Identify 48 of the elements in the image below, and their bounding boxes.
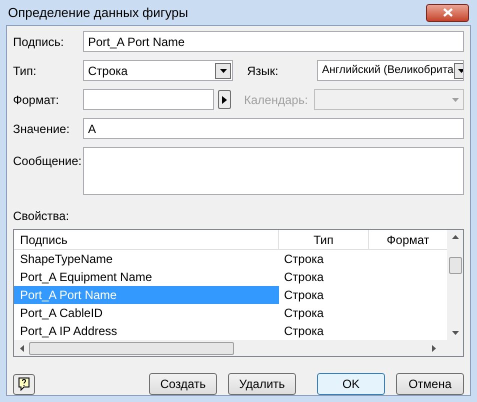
vertical-scrollbar[interactable] <box>447 230 463 340</box>
field-label: Тип: <box>13 62 38 80</box>
dialog-button[interactable]: OK <box>317 373 385 395</box>
column-header[interactable]: Подпись <box>14 230 279 249</box>
field-label: Календарь: <box>244 92 309 108</box>
help-icon <box>18 377 30 391</box>
property-name[interactable]: Port_A Equipment Name <box>14 268 279 286</box>
table-cell-text: Строка <box>283 323 324 340</box>
field-label: Формат: <box>13 92 60 108</box>
table-cell-text: Строка <box>283 251 324 268</box>
table-cell-text: Строка <box>283 305 324 322</box>
scroll-right-icon <box>432 344 436 352</box>
property-name[interactable]: ShapeTypeName <box>14 250 279 268</box>
column-header[interactable]: Тип <box>279 230 369 249</box>
column-header[interactable]: Формат <box>369 230 447 249</box>
value-field[interactable]: A <box>83 118 464 139</box>
scroll-left-icon <box>20 344 24 352</box>
format-picker-button[interactable] <box>218 90 231 109</box>
property-name[interactable]: Port_A CableID <box>14 304 279 322</box>
scroll-up-icon <box>452 235 458 239</box>
caption-field[interactable]: Port_A Port Name <box>83 31 464 52</box>
scroll-thumb[interactable] <box>448 256 462 274</box>
type-dropdown[interactable]: Строка <box>83 60 233 81</box>
field-label: Язык: <box>247 62 280 80</box>
property-name[interactable]: Port_A IP Address <box>14 322 279 340</box>
field-label: Сообщение: <box>13 153 83 170</box>
table-cell-text: Строка <box>283 269 324 286</box>
dialog-button[interactable]: Удалить <box>228 373 296 395</box>
help-button[interactable] <box>13 374 35 394</box>
dropdown-arrow-icon <box>452 98 459 102</box>
dialog-button[interactable]: Создать <box>149 373 217 395</box>
horizontal-scrollbar[interactable] <box>14 340 463 356</box>
play-arrow-icon <box>222 96 227 104</box>
close-button[interactable] <box>426 4 469 22</box>
format-field[interactable] <box>83 89 214 110</box>
close-icon <box>442 8 452 17</box>
message-field[interactable] <box>83 147 464 195</box>
language-dropdown[interactable]: Английский (Великобрита <box>317 60 464 81</box>
field-label: Подпись: <box>13 34 65 50</box>
section-label: Свойства: <box>13 208 70 225</box>
field-label: Значение: <box>13 120 71 138</box>
dropdown-arrow-icon <box>220 68 226 72</box>
scroll-thumb[interactable] <box>29 342 234 354</box>
table-cell-text: Строка <box>283 287 324 304</box>
window-title: Определение данных фигуры <box>8 4 188 22</box>
dropdown-arrow-icon <box>458 68 463 72</box>
scroll-down-icon <box>452 331 458 335</box>
dialog-button[interactable]: Отмена <box>396 373 464 395</box>
